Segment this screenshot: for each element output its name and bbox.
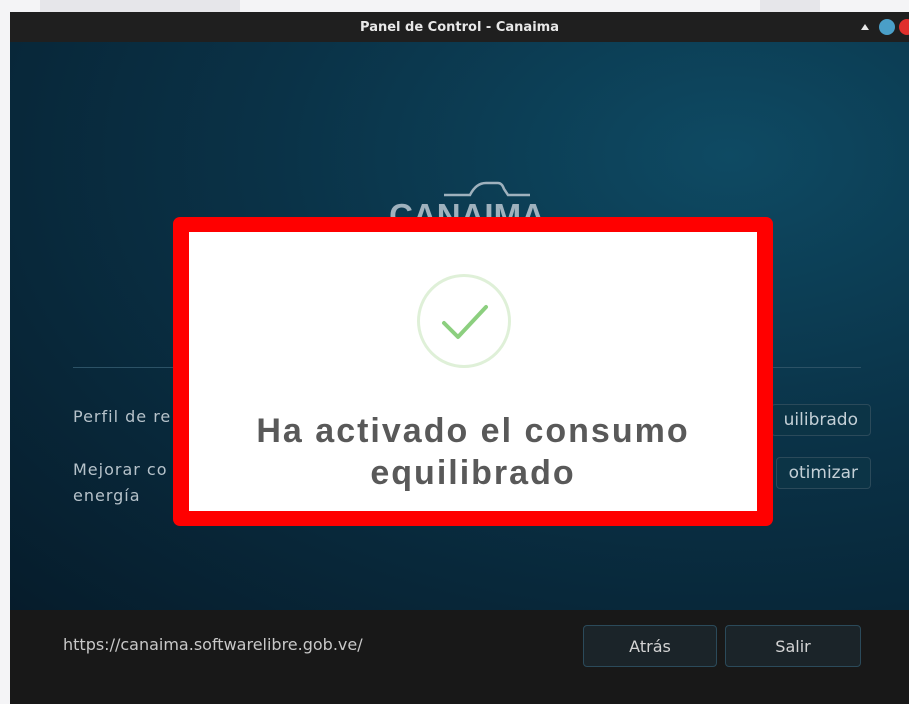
success-circle <box>417 274 511 368</box>
window-controls <box>861 12 909 42</box>
dialog-message: Ha activado el consumo equilibrado <box>189 410 757 494</box>
balanced-button[interactable]: uilibrado <box>770 404 871 436</box>
optimize-button[interactable]: otimizar <box>775 457 871 489</box>
close-button[interactable] <box>899 19 909 35</box>
success-dialog: Ha activado el consumo equilibrado <box>189 232 757 511</box>
dialog-highlight-frame: Ha activado el consumo equilibrado <box>173 217 773 526</box>
desktop-stripe-right <box>760 0 820 12</box>
window-title: Panel de Control - Canaima <box>360 19 559 35</box>
website-link[interactable]: https://canaima.softwarelibre.gob.ve/ <box>63 635 363 654</box>
dialog-message-line2: equilibrado <box>370 454 576 492</box>
improve-label-line2: energía <box>73 486 141 505</box>
title-bar[interactable]: Panel de Control - Canaima <box>10 12 909 42</box>
logo-mountain-icon <box>444 181 530 197</box>
maximize-icon[interactable] <box>861 24 869 30</box>
back-button[interactable]: Atrás <box>583 625 717 667</box>
improve-label: Mejorar co energía <box>73 457 168 509</box>
dialog-message-line1: Ha activado el consumo <box>256 412 690 450</box>
desktop-stripe-left <box>40 0 240 12</box>
check-icon <box>442 305 488 339</box>
minimize-button[interactable] <box>879 19 895 35</box>
improve-label-line1: Mejorar co <box>73 460 168 479</box>
profile-label: Perfil de re <box>73 407 172 426</box>
exit-button[interactable]: Salir <box>725 625 861 667</box>
